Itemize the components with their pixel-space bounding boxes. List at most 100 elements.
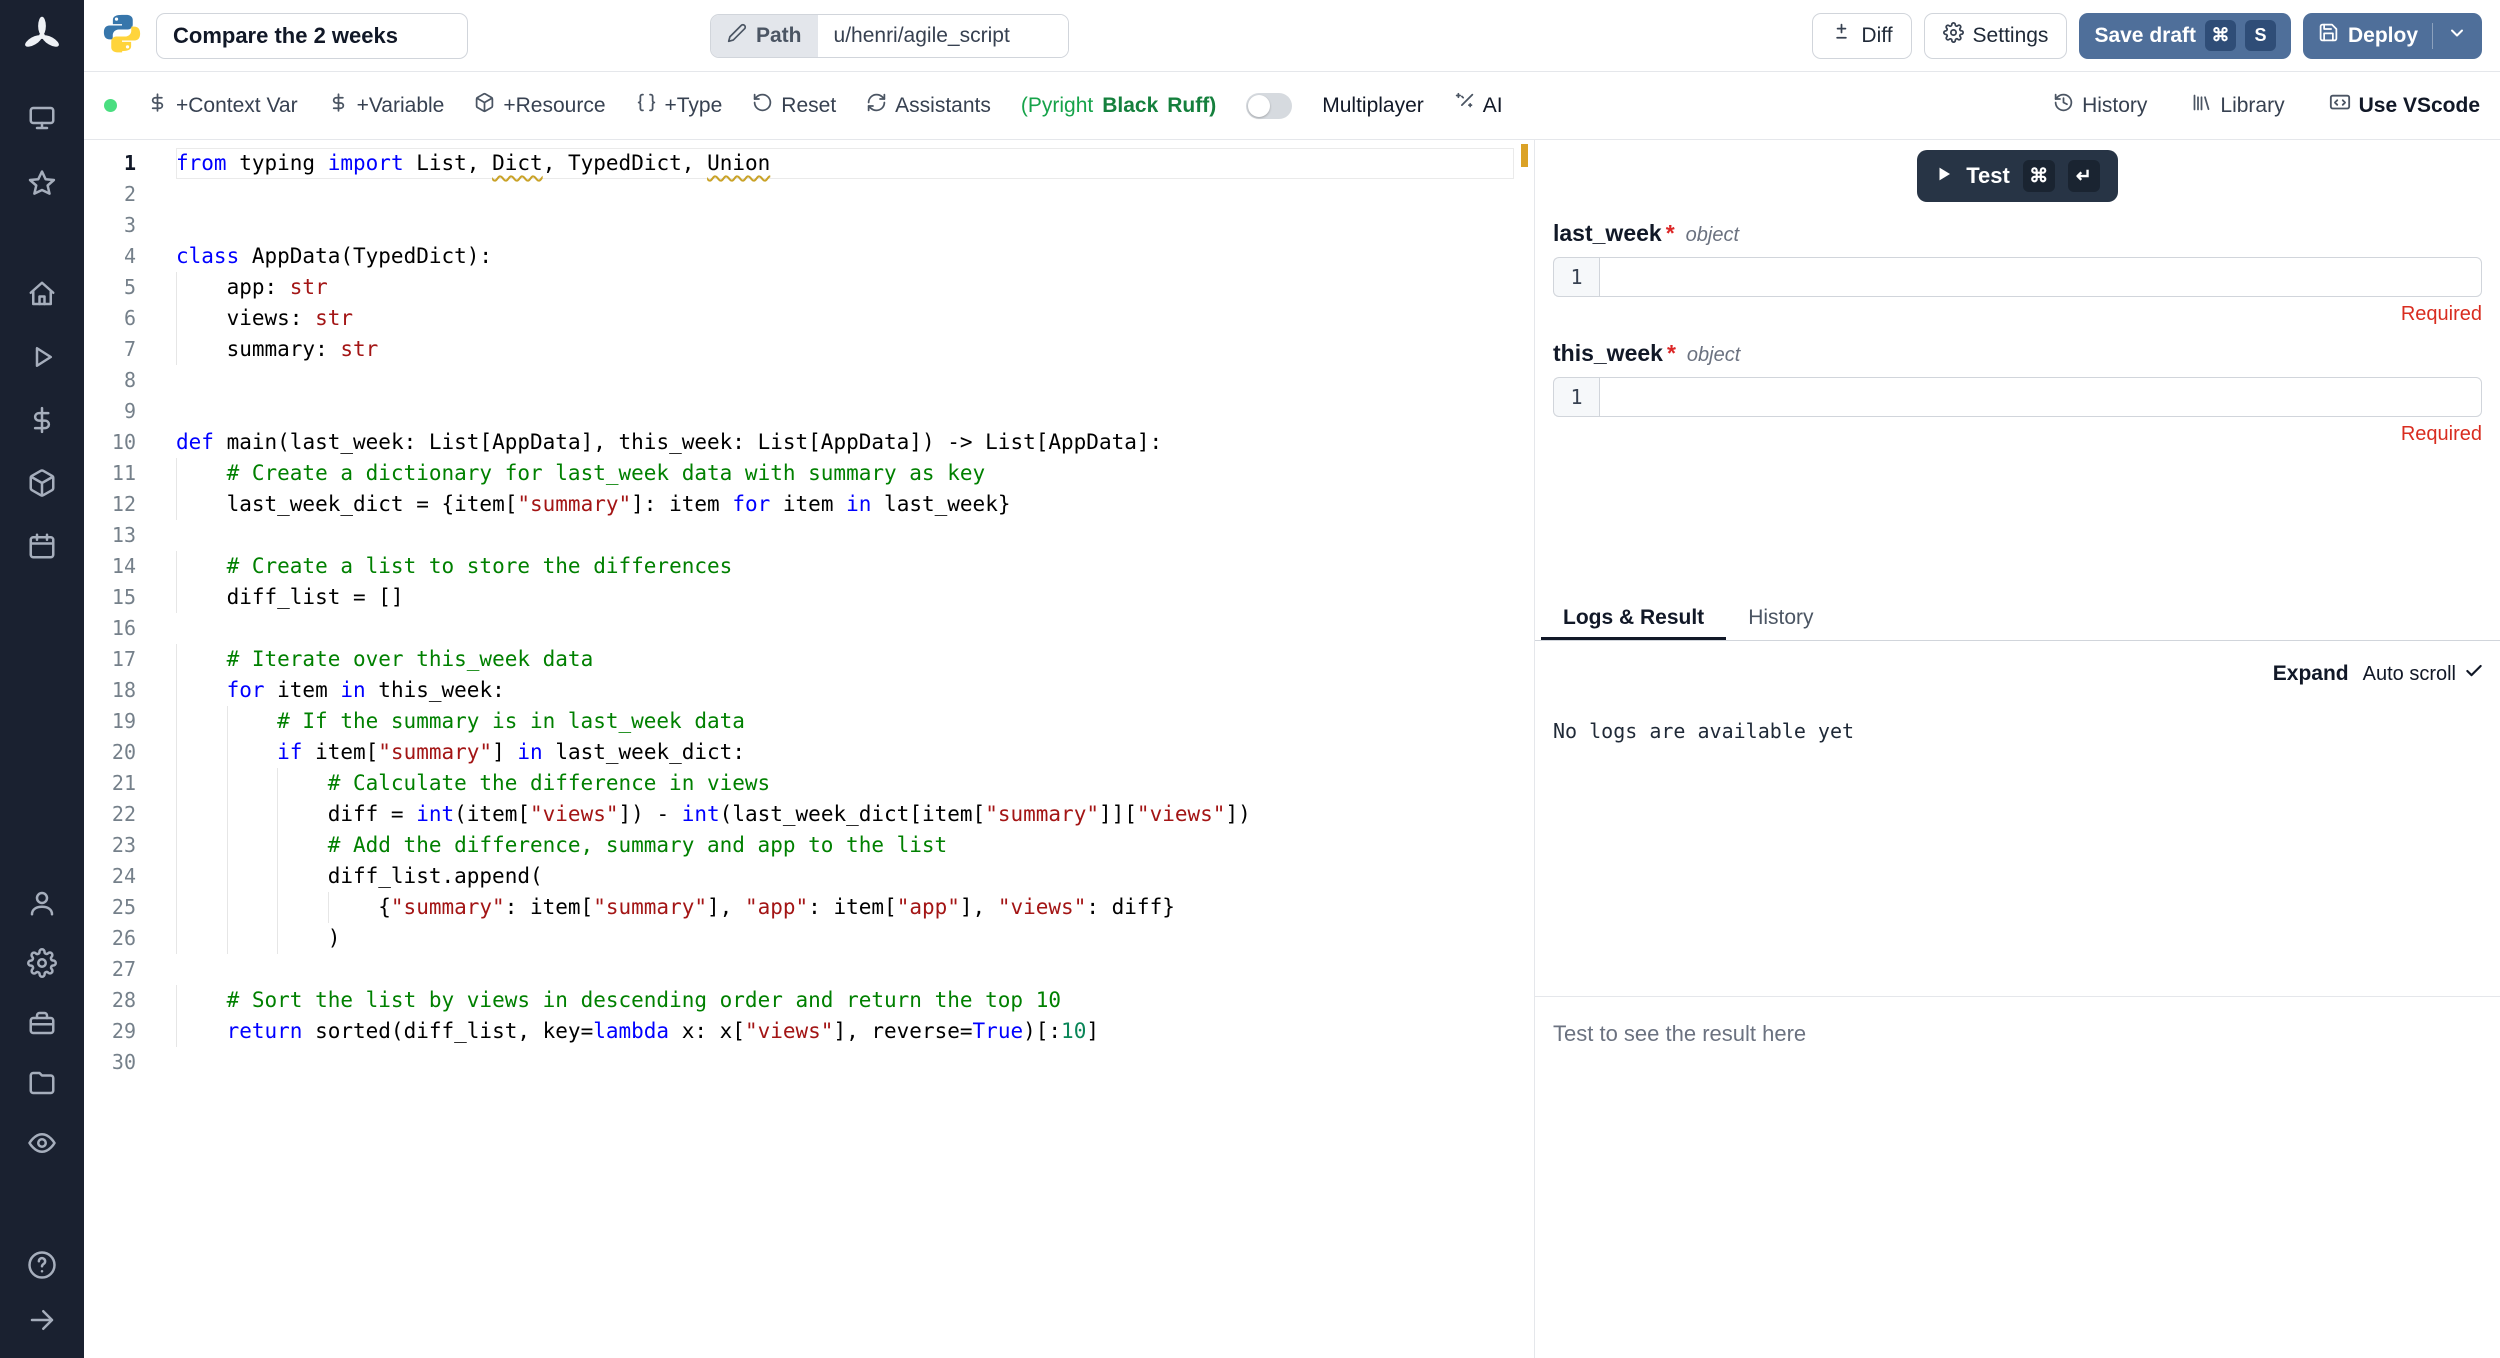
sidebar (0, 0, 84, 1358)
add-type-button[interactable]: +Type (636, 92, 723, 119)
arg-header: this_week * object (1553, 340, 2482, 367)
path-group[interactable]: Path u/henri/agile_script (710, 14, 1069, 58)
boxes-icon[interactable] (23, 465, 61, 501)
deploy-button[interactable]: Deploy (2303, 13, 2482, 59)
star-icon[interactable] (23, 166, 61, 202)
code-line[interactable]: # Create a list to store the differences (176, 551, 1514, 582)
app-window: Path u/henri/agile_script Diff Settings (0, 0, 2500, 1358)
library-button[interactable]: Library (2191, 92, 2284, 119)
ai-button[interactable]: AI (1454, 92, 1503, 119)
windmill-logo-icon[interactable] (22, 0, 62, 72)
add-variable-button[interactable]: +Variable (328, 92, 445, 119)
required-asterisk: * (1666, 220, 1675, 247)
arguments-form: last_week * object 1 Required this_week … (1535, 202, 2500, 446)
line-number: 12 (84, 489, 136, 520)
folder-icon[interactable] (23, 1065, 61, 1101)
chevron-down-icon[interactable] (2447, 23, 2467, 49)
code-line[interactable]: # Sort the list by views in descending o… (176, 985, 1514, 1016)
autoscroll-checkbox[interactable]: Auto scroll (2363, 661, 2484, 687)
code-line[interactable] (176, 179, 1514, 210)
code-line[interactable]: if item["summary"] in last_week_dict: (176, 737, 1514, 768)
gear-icon (1943, 22, 1964, 49)
code-line[interactable]: # Calculate the difference in views (176, 768, 1514, 799)
monitor-icon[interactable] (23, 100, 61, 136)
code-editor[interactable]: 1234567891011121314151617181920212223242… (84, 140, 1534, 1358)
arrow-right-icon[interactable] (23, 1302, 61, 1338)
code-line[interactable] (176, 613, 1514, 644)
history-button[interactable]: History (2053, 92, 2147, 119)
code-line[interactable]: from typing import List, Dict, TypedDict… (176, 148, 1514, 179)
code-line[interactable]: for item in this_week: (176, 675, 1514, 706)
code-line[interactable] (176, 1047, 1514, 1078)
use-vscode-button[interactable]: Use VScode (2329, 92, 2480, 120)
line-number: 17 (84, 644, 136, 675)
code-line[interactable]: ) (176, 923, 1514, 954)
code-line[interactable]: # Iterate over this_week data (176, 644, 1514, 675)
code-line[interactable]: # If the summary is in last_week data (176, 706, 1514, 737)
code-line[interactable] (176, 954, 1514, 985)
reset-label: Reset (781, 94, 836, 118)
code-line[interactable]: summary: str (176, 334, 1514, 365)
multiplayer-toggle[interactable] (1246, 93, 1292, 119)
history-clock-icon (2053, 92, 2074, 119)
code-line[interactable]: views: str (176, 303, 1514, 334)
assistants-button[interactable]: Assistants (866, 92, 991, 119)
line-number: 9 (84, 396, 136, 427)
code-line[interactable]: last_week_dict = {item["summary"]: item … (176, 489, 1514, 520)
tab-history[interactable]: History (1726, 596, 1835, 640)
path-label: Path (756, 24, 802, 48)
logs-empty-message: No logs are available yet (1553, 719, 2482, 743)
save-draft-button[interactable]: Save draft ⌘ S (2079, 13, 2291, 59)
tab-logs-result[interactable]: Logs & Result (1541, 596, 1726, 640)
briefcase-icon[interactable] (23, 1005, 61, 1041)
editor-code[interactable]: from typing import List, Dict, TypedDict… (176, 140, 1514, 1358)
code-line[interactable]: diff_list = [] (176, 582, 1514, 613)
code-line[interactable]: class AppData(TypedDict): (176, 241, 1514, 272)
pencil-icon (727, 23, 747, 49)
required-asterisk: * (1667, 340, 1676, 367)
user-icon[interactable] (23, 885, 61, 921)
code-line[interactable]: def main(last_week: List[AppData], this_… (176, 427, 1514, 458)
code-line[interactable]: app: str (176, 272, 1514, 303)
code-line[interactable] (176, 396, 1514, 427)
code-line[interactable]: return sorted(diff_list, key=lambda x: x… (176, 1016, 1514, 1047)
calendar-icon[interactable] (23, 528, 61, 564)
required-message: Required (1553, 303, 2482, 326)
help-icon[interactable] (23, 1247, 61, 1283)
path-value[interactable]: u/henri/agile_script (818, 15, 1068, 57)
package-icon (474, 92, 495, 119)
editor-overview-ruler[interactable] (1514, 140, 1534, 1358)
path-edit-button[interactable]: Path (711, 15, 818, 57)
reset-button[interactable]: Reset (752, 92, 836, 119)
arg-header: last_week * object (1553, 220, 2482, 247)
diff-button[interactable]: Diff (1812, 13, 1911, 59)
dollar-icon[interactable] (23, 402, 61, 438)
code-line[interactable] (176, 520, 1514, 551)
play-icon[interactable] (23, 339, 61, 375)
code-line[interactable] (176, 365, 1514, 396)
warning-marker (1521, 144, 1528, 167)
arg-type: object (1686, 224, 1739, 247)
code-line[interactable]: {"summary": item["summary"], "app": item… (176, 892, 1514, 923)
expand-button[interactable]: Expand (2273, 662, 2349, 686)
code-line[interactable]: # Add the difference, summary and app to… (176, 830, 1514, 861)
gear-icon[interactable] (23, 945, 61, 981)
this-week-input[interactable] (1599, 377, 2482, 417)
line-number: 6 (84, 303, 136, 334)
code-line[interactable]: diff_list.append( (176, 861, 1514, 892)
check-icon (2464, 661, 2484, 687)
line-number: 18 (84, 675, 136, 706)
script-title-input[interactable] (156, 13, 468, 59)
line-number: 19 (84, 706, 136, 737)
test-button[interactable]: Test ⌘ ↵ (1917, 150, 2118, 202)
code-line[interactable] (176, 210, 1514, 241)
settings-button[interactable]: Settings (1924, 13, 2068, 59)
code-editor-icon (2329, 92, 2351, 120)
code-line[interactable]: diff = int(item["views"]) - int(last_wee… (176, 799, 1514, 830)
last-week-input[interactable] (1599, 257, 2482, 297)
add-context-var-button[interactable]: +Context Var (147, 92, 298, 119)
code-line[interactable]: # Create a dictionary for last_week data… (176, 458, 1514, 489)
add-resource-button[interactable]: +Resource (474, 92, 605, 119)
eye-icon[interactable] (23, 1125, 61, 1161)
home-icon[interactable] (23, 276, 61, 312)
